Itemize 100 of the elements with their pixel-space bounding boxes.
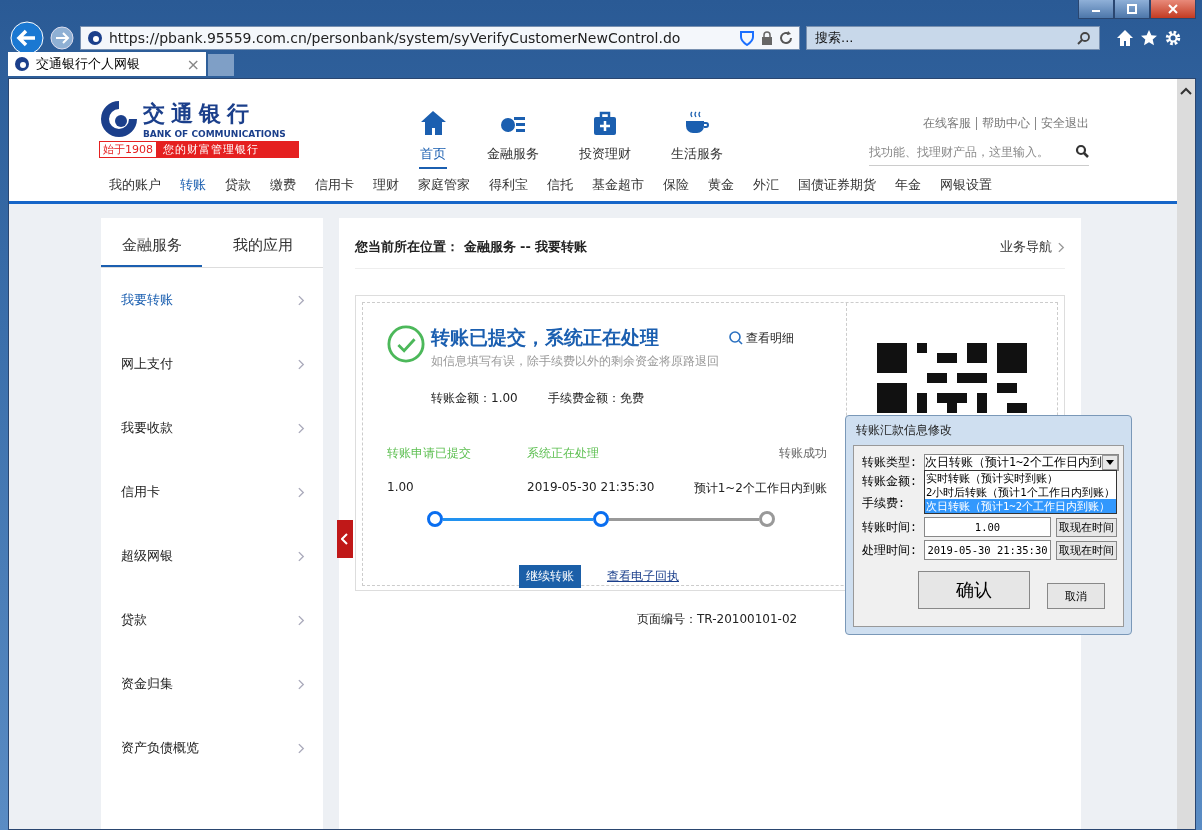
chevron-right-icon <box>298 742 305 754</box>
menu-item[interactable]: 理财 <box>373 177 399 201</box>
site-icon <box>14 56 30 72</box>
maximize-button[interactable] <box>1114 0 1150 19</box>
menu-item[interactable]: 我的账户 <box>109 177 161 201</box>
close-icon <box>1168 4 1178 14</box>
menu-item[interactable]: 贷款 <box>225 177 251 201</box>
qr-code-icon <box>877 343 1027 413</box>
amount-text: 转账金额：1.00 <box>431 390 518 407</box>
home-icon <box>419 109 447 137</box>
chevron-right-icon <box>298 294 305 306</box>
bank-logo-icon <box>99 99 139 139</box>
chevron-right-icon <box>1058 241 1065 253</box>
confirm-button[interactable]: 确认 <box>918 571 1030 609</box>
menu-item[interactable]: 年金 <box>895 177 921 201</box>
chevron-right-icon <box>298 678 305 690</box>
forward-button[interactable] <box>50 26 74 50</box>
close-button[interactable] <box>1150 0 1196 19</box>
address-bar[interactable]: https://pbank.95559.com.cn/personbank/system/syVerifyCustomerNewControl.do <box>80 26 800 50</box>
scrollbar[interactable] <box>1177 79 1195 829</box>
breadcrumb: 您当前所在位置： 金融服务 -- 我要转账 <box>355 238 589 256</box>
menu-item[interactable]: 家庭管家 <box>418 177 470 201</box>
menu-item[interactable]: 国债证券期货 <box>798 177 876 201</box>
scroll-up-icon <box>1180 87 1192 95</box>
collapse-tab[interactable] <box>337 520 353 558</box>
browser-tab[interactable]: 交通银行个人网银 × <box>8 52 206 76</box>
sidebar-tab[interactable]: 金融服务 <box>101 218 202 267</box>
search-icon <box>1077 31 1091 45</box>
get-current-time-button[interactable]: 取现在时间 <box>1056 517 1117 537</box>
sidebar-item[interactable]: 我要转账 <box>101 268 323 332</box>
header-link[interactable]: 帮助中心 <box>982 115 1030 132</box>
menu-item[interactable]: 转账 <box>180 177 206 201</box>
sidebar-item[interactable]: 资产负债概览 <box>101 716 323 780</box>
step-value: 2019-05-30 21:35:30 <box>527 480 656 494</box>
main-nav-item[interactable]: 生活服务 <box>671 109 723 169</box>
field-label: 转账类型: <box>862 455 918 470</box>
chevron-right-icon <box>298 422 305 434</box>
menu-item[interactable]: 信托 <box>547 177 573 201</box>
receipt-link[interactable]: 查看电子回执 <box>607 568 679 585</box>
since-label: 始于1908 <box>99 141 157 158</box>
view-details-link[interactable]: 查看明细 <box>729 329 794 347</box>
amount-text: 手续费金额：免费 <box>547 390 644 407</box>
sidebar-tab[interactable]: 我的应用 <box>212 218 313 267</box>
sidebar-item[interactable]: 网上支付 <box>101 332 323 396</box>
field-label: 转账金额: <box>862 473 918 489</box>
menu-item[interactable]: 基金超市 <box>592 177 644 201</box>
get-current-time-button[interactable]: 取现在时间 <box>1056 540 1117 560</box>
bank-name-english: BANK OF COMMUNICATIONS <box>143 129 286 139</box>
dropdown-option[interactable]: 实时转账（预计实时到账） <box>925 471 1116 485</box>
tab-close-button[interactable]: × <box>186 54 200 74</box>
menu-item[interactable]: 信用卡 <box>315 177 354 201</box>
search-icon <box>1075 144 1089 158</box>
refresh-icon <box>779 31 793 45</box>
site-search-field[interactable]: 找功能、找理财产品，这里输入。 <box>869 144 1089 166</box>
settings-icon[interactable] <box>1164 29 1182 47</box>
dropdown-arrow-icon <box>1105 460 1114 465</box>
guide-link[interactable]: 业务导航 <box>1000 238 1052 256</box>
menu-item[interactable]: 黄金 <box>708 177 734 201</box>
minimize-button[interactable] <box>1078 0 1114 19</box>
input-field[interactable]: 2019-05-30 21:35:30 <box>924 540 1051 560</box>
input-field[interactable]: 1.00 <box>924 517 1051 537</box>
header-link[interactable]: 在线客服 <box>923 115 971 132</box>
sidebar-item[interactable]: 超级网银 <box>101 524 323 588</box>
main-nav-item[interactable]: 金融服务 <box>487 109 539 169</box>
dropdown-option[interactable]: 2小时后转账（预计1个工作日内到账） <box>925 485 1116 499</box>
menu-item[interactable]: 得利宝 <box>489 177 528 201</box>
continue-transfer-button[interactable]: 继续转账 <box>519 565 581 588</box>
slogan-text: 您的财富管理银行 <box>162 142 259 157</box>
chevron-right-icon <box>298 550 305 562</box>
sidebar-item[interactable]: 信用卡 <box>101 460 323 524</box>
lock-icon <box>761 31 773 45</box>
bank-name: 交通银行 <box>143 99 256 128</box>
main-nav-item[interactable]: 投资理财 <box>579 109 631 169</box>
dialog-title: 转账汇款信息修改 <box>856 422 953 439</box>
sidebar-item[interactable]: 资金归集 <box>101 652 323 716</box>
menu-item[interactable]: 保险 <box>663 177 689 201</box>
chevron-right-icon <box>298 614 305 626</box>
star-icon[interactable] <box>1140 29 1158 47</box>
sidebar-item[interactable]: 贷款 <box>101 588 323 652</box>
header-link[interactable]: 安全退出 <box>1041 115 1089 132</box>
sidebar-item[interactable]: 我要收款 <box>101 396 323 460</box>
briefcase-icon <box>591 109 619 137</box>
cancel-button[interactable]: 取消 <box>1047 583 1105 609</box>
field-label: 手续费: <box>862 495 906 511</box>
menu-item[interactable]: 缴费 <box>270 177 296 201</box>
check-circle-icon <box>387 325 425 363</box>
chevron-right-icon <box>298 358 305 370</box>
search-icon <box>729 331 743 345</box>
page-number: 页面编号：TR-20100101-02 <box>637 611 798 628</box>
menu-item[interactable]: 网银设置 <box>940 177 992 201</box>
result-title: 转账已提交，系统正在处理 <box>431 325 659 350</box>
menu-item[interactable]: 外汇 <box>753 177 779 201</box>
step-label: 转账申请已提交 <box>387 445 472 462</box>
browser-search-field[interactable]: 搜索... <box>806 26 1100 50</box>
field-label: 转账时间: <box>862 519 918 535</box>
result-subtitle: 如信息填写有误，除手续费以外的剩余资金将原路退回 <box>431 353 720 370</box>
home-icon[interactable] <box>1116 29 1134 47</box>
site-icon <box>87 30 103 46</box>
main-nav-item[interactable]: 首页 <box>419 109 447 169</box>
chevron-right-icon <box>298 486 305 498</box>
